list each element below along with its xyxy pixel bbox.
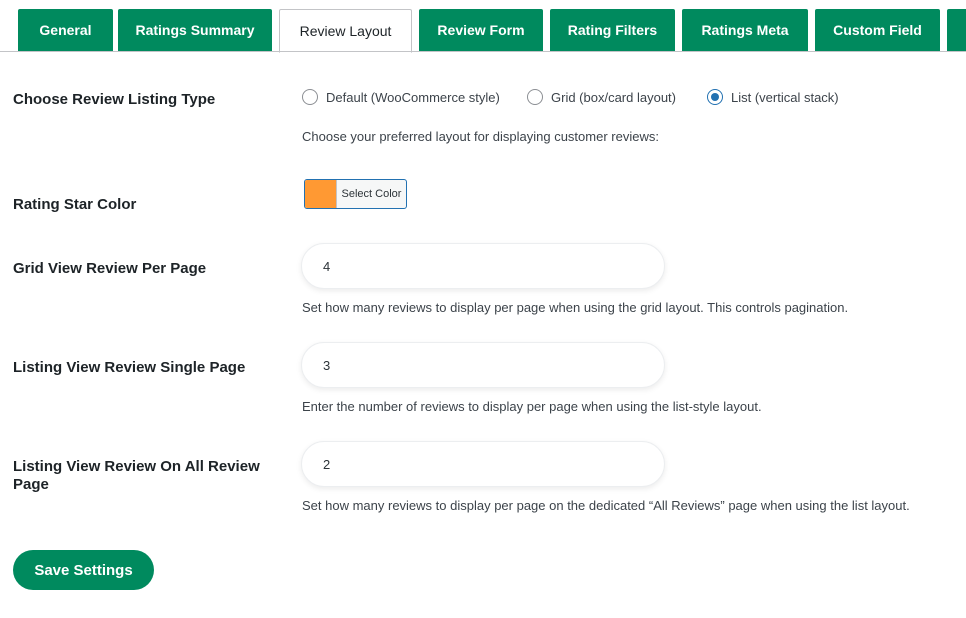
tab-label: Rating Filters [567,22,658,38]
list-all-reviews-input[interactable] [301,441,665,487]
tab-label: Ratings Meta [701,22,789,38]
tab-label: Review Layout [299,23,392,39]
color-swatch[interactable] [305,180,336,208]
radio-list[interactable]: List (vertical stack) [707,89,839,105]
select-color-button[interactable]: Select Color [304,179,407,209]
settings-tabs: General Ratings Summary Review Layout Re… [0,0,966,53]
listing-type-description: Choose your preferred layout for display… [302,129,659,144]
list-all-reviews-label: Listing View Review On All Review Page [13,458,260,493]
tab-review-layout[interactable]: Review Layout [279,9,412,53]
tab-ratings-summary[interactable]: Ratings Summary [118,9,272,51]
list-single-page-input[interactable] [301,342,665,388]
listing-type-label: Choose Review Listing Type [13,91,216,108]
radio-label: List (vertical stack) [731,89,839,105]
grid-per-page-label: Grid View Review Per Page [13,260,207,277]
list-single-page-label: Listing View Review Single Page [13,359,246,376]
tab-overflow[interactable] [947,9,966,51]
tab-rating-filters[interactable]: Rating Filters [550,9,675,51]
save-settings-button[interactable]: Save Settings [13,550,154,590]
tab-custom-field[interactable]: Custom Field [815,9,940,51]
list-single-page-description: Enter the number of reviews to display p… [302,399,762,414]
star-color-label: Rating Star Color [13,196,137,213]
tab-label: General [39,22,92,38]
tab-review-form[interactable]: Review Form [419,9,543,51]
tab-general[interactable]: General [18,9,113,51]
radio-grid[interactable]: Grid (box/card layout) [527,89,676,105]
tabs-divider [0,51,966,52]
radio-default[interactable]: Default (WooCommerce style) [302,89,500,105]
list-all-reviews-description: Set how many reviews to display per page… [302,498,910,513]
tab-ratings-meta[interactable]: Ratings Meta [682,9,808,51]
grid-per-page-input[interactable] [301,243,665,289]
grid-per-page-description: Set how many reviews to display per page… [302,300,849,315]
radio-circle[interactable] [527,89,543,105]
radio-label: Grid (box/card layout) [551,89,676,105]
tab-label: Ratings Summary [135,22,255,38]
radio-circle[interactable] [302,89,318,105]
radio-label: Default (WooCommerce style) [326,89,500,105]
tab-label: Review Form [437,22,525,38]
radio-circle-checked[interactable] [707,89,723,105]
select-color-label: Select Color [336,180,406,208]
tab-label: Custom Field [833,22,922,38]
